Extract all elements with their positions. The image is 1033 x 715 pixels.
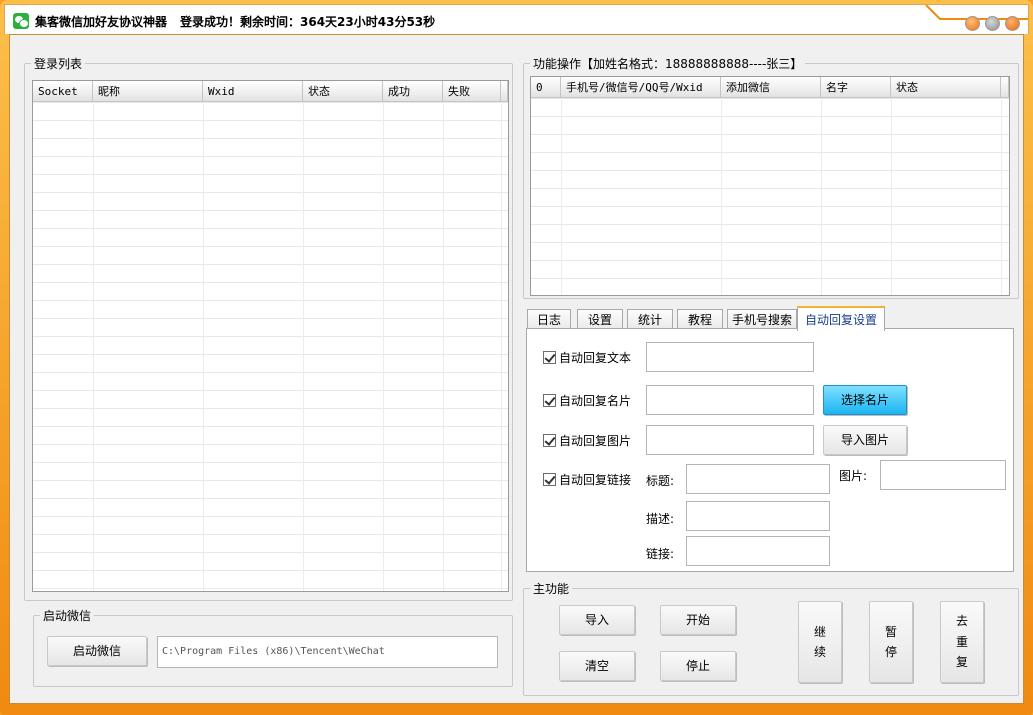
stop-button[interactable]: 停止: [660, 651, 736, 681]
checkbox-checked-icon: [543, 394, 556, 407]
column-header-nickname[interactable]: 昵称: [93, 81, 203, 102]
start-button[interactable]: 开始: [660, 605, 736, 635]
column-header-add-wechat[interactable]: 添加微信: [721, 77, 821, 98]
import-button[interactable]: 导入: [559, 605, 635, 635]
login-list-col-lines: [33, 102, 508, 591]
title-bar[interactable]: 集客微信加好友协议神器 登录成功！剩余时间：364天23小时43分53秒: [4, 4, 1029, 34]
function-ops-legend: 功能操作【加姓名格式：18888888888----张三】: [533, 57, 803, 71]
auto-reply-link-checkbox[interactable]: 自动回复链接: [543, 471, 631, 488]
column-header-name[interactable]: 名字: [821, 77, 891, 98]
column-header-filler: [1001, 77, 1009, 98]
login-status-text: 登录成功！剩余时间：364天23小时43分53秒: [180, 15, 436, 29]
login-list-header: Socket 昵称 Wxid 状态 成功 失败: [33, 81, 508, 102]
maximize-button[interactable]: [985, 16, 1000, 31]
auto-reply-image-checkbox[interactable]: 自动回复图片: [543, 432, 631, 449]
main-functions-legend: 主功能: [533, 582, 570, 596]
choose-card-button[interactable]: 选择名片: [823, 385, 907, 415]
column-header-op-status[interactable]: 状态: [891, 77, 1001, 98]
tab-auto-reply[interactable]: 自动回复设置: [797, 306, 885, 331]
link-image-label: 图片:: [839, 469, 868, 483]
auto-reply-text-label: 自动回复文本: [559, 351, 632, 365]
auto-reply-panel: 自动回复文本 自动回复名片 选择名片 自动回复图片 导入图片 自动回复链接 标题…: [526, 328, 1014, 572]
wechat-path-input[interactable]: C:\Program Files (x86)\Tencent\WeChat: [157, 636, 498, 668]
auto-reply-image-input[interactable]: [646, 425, 814, 455]
function-ops-table[interactable]: 0 手机号/微信号/QQ号/Wxid 添加微信 名字 状态: [530, 76, 1010, 296]
login-list-table[interactable]: Socket 昵称 Wxid 状态 成功 失败: [32, 80, 509, 592]
link-desc-label: 描述:: [646, 512, 675, 526]
auto-reply-image-label: 自动回复图片: [559, 434, 632, 448]
login-list-legend: 登录列表: [34, 57, 83, 71]
auto-reply-text-input[interactable]: [646, 342, 814, 372]
import-image-button[interactable]: 导入图片: [823, 425, 907, 455]
start-wechat-button[interactable]: 启动微信: [47, 636, 147, 666]
column-header-success[interactable]: 成功: [383, 81, 443, 102]
close-button[interactable]: [1005, 16, 1020, 31]
column-header-failed[interactable]: 失败: [443, 81, 501, 102]
link-url-label: 链接:: [646, 547, 675, 561]
link-desc-input[interactable]: [686, 501, 830, 531]
continue-button[interactable]: 继续: [798, 601, 842, 683]
auto-reply-link-label: 自动回复链接: [559, 473, 632, 487]
column-header-wxid[interactable]: Wxid: [203, 81, 303, 102]
checkbox-checked-icon: [543, 434, 556, 447]
wechat-icon: [13, 13, 29, 29]
window-title: 集客微信加好友协议神器: [35, 15, 168, 29]
column-header-filler: [501, 81, 508, 102]
column-header-socket[interactable]: Socket: [33, 81, 93, 102]
link-url-input[interactable]: [686, 536, 830, 566]
clear-button[interactable]: 清空: [559, 651, 635, 681]
function-ops-header: 0 手机号/微信号/QQ号/Wxid 添加微信 名字 状态: [531, 77, 1009, 98]
pause-button[interactable]: 暂停: [869, 601, 913, 683]
column-header-status[interactable]: 状态: [303, 81, 383, 102]
auto-reply-text-checkbox[interactable]: 自动回复文本: [543, 349, 631, 366]
minimize-button[interactable]: [965, 16, 980, 31]
function-ops-col-lines: [531, 98, 1009, 295]
checkbox-checked-icon: [543, 473, 556, 486]
auto-reply-card-input[interactable]: [646, 385, 814, 415]
app-window: 集客微信加好友协议神器 登录成功！剩余时间：364天23小时43分53秒 登录列…: [0, 0, 1033, 715]
checkbox-checked-icon: [543, 351, 556, 364]
link-image-input[interactable]: [880, 460, 1006, 490]
dedupe-button[interactable]: 去重复: [940, 601, 984, 683]
link-title-input[interactable]: [686, 464, 830, 494]
client-area: 登录列表 Socket 昵称 Wxid 状态 成功 失败 功能操作【加姓名格式：…: [9, 34, 1024, 704]
start-wechat-legend: 启动微信: [43, 609, 92, 623]
auto-reply-card-checkbox[interactable]: 自动回复名片: [543, 392, 631, 409]
column-header-account[interactable]: 手机号/微信号/QQ号/Wxid: [561, 77, 721, 98]
column-header-index[interactable]: 0: [531, 77, 561, 98]
link-title-label: 标题:: [646, 474, 675, 488]
auto-reply-card-label: 自动回复名片: [559, 394, 632, 408]
